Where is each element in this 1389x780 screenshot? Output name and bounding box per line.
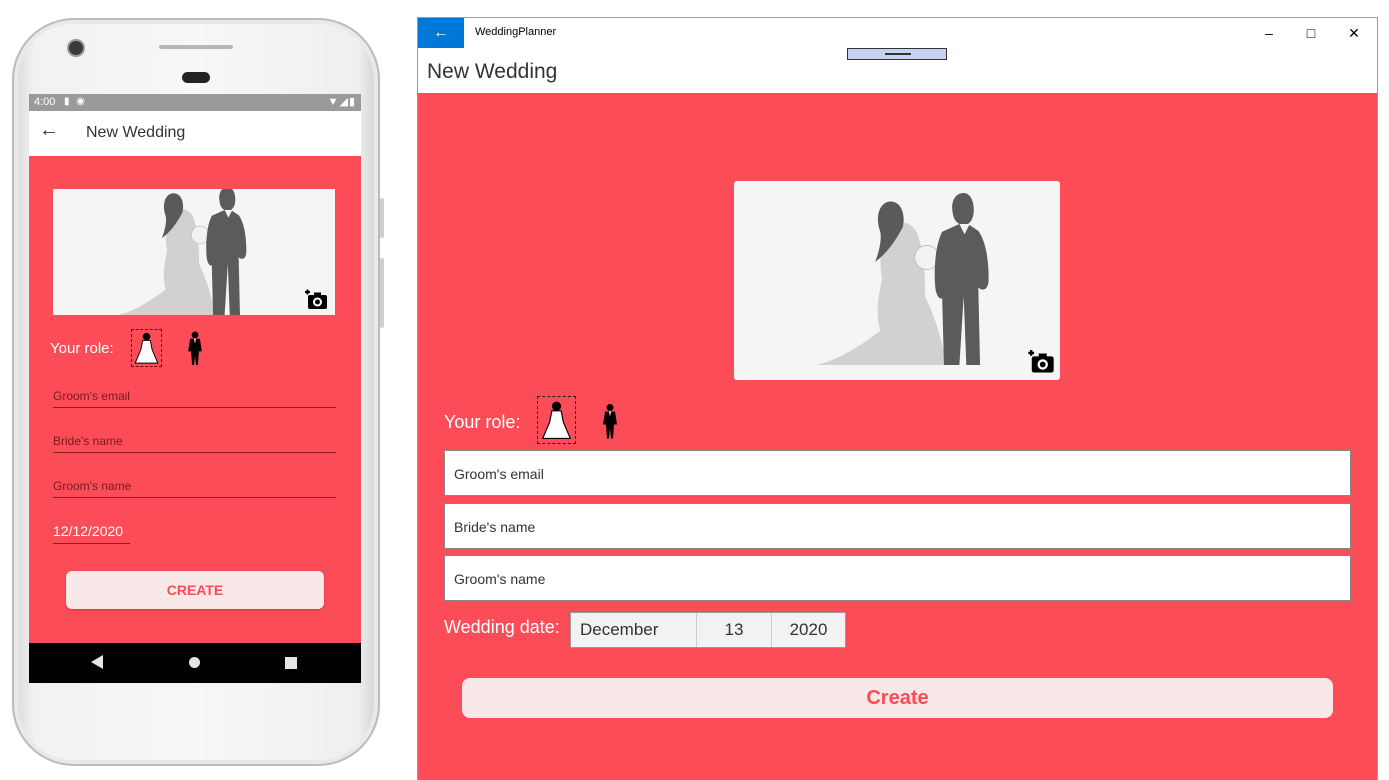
- minimize-button[interactable]: –: [1247, 18, 1291, 48]
- app-title: WeddingPlanner: [475, 26, 557, 38]
- role-label: Your role:: [50, 340, 114, 357]
- arrow-left-icon[interactable]: ←: [418, 18, 464, 48]
- field-placeholder: Groom's name: [454, 571, 546, 587]
- nav-recents-icon[interactable]: [285, 657, 297, 669]
- notification-icons: ▮ ◉: [64, 96, 88, 107]
- form-content: Your role: Groom's email Bride's name Gr…: [418, 93, 1377, 780]
- android-screen: 4:00 ▮ ◉ ▼◢▮ ← New Wedding Your role: Gr…: [29, 94, 361, 683]
- speaker-grille: [159, 45, 233, 49]
- groom-icon: [603, 404, 617, 439]
- drag-handle[interactable]: [847, 48, 947, 60]
- date-year[interactable]: 2020: [772, 613, 845, 647]
- brides-name-field[interactable]: Bride's name: [53, 427, 336, 453]
- bride-icon: [134, 332, 159, 364]
- wedding-photo[interactable]: [734, 181, 1060, 380]
- brides-name-field[interactable]: Bride's name: [444, 503, 1351, 549]
- groom-icon: [188, 331, 202, 366]
- add-photo-icon[interactable]: [303, 288, 329, 310]
- role-bride-option[interactable]: [537, 396, 576, 444]
- role-bride-option[interactable]: [131, 329, 162, 367]
- role-label: Your role:: [444, 412, 521, 432]
- close-button[interactable]: ✕: [1332, 18, 1376, 48]
- couple-illustration: [812, 192, 990, 366]
- signal-battery-icons: ▼◢▮: [327, 96, 356, 108]
- create-button[interactable]: Create: [462, 678, 1333, 718]
- phone-side-button: [380, 198, 384, 238]
- wedding-date-label: Wedding date:: [444, 617, 560, 637]
- wedding-photo[interactable]: [53, 189, 335, 315]
- role-groom-option[interactable]: [602, 401, 618, 441]
- create-button[interactable]: CREATE: [66, 571, 324, 609]
- date-day[interactable]: 13: [697, 613, 772, 647]
- status-bar: 4:00 ▮ ◉ ▼◢▮: [29, 94, 361, 111]
- field-placeholder: Groom's email: [454, 466, 544, 482]
- maximize-button[interactable]: □: [1289, 18, 1333, 48]
- role-groom-option[interactable]: [187, 330, 203, 366]
- grooms-email-field[interactable]: Groom's email: [53, 382, 336, 408]
- nav-back-icon[interactable]: [91, 655, 103, 669]
- add-photo-icon[interactable]: [1026, 348, 1056, 374]
- phone-volume-button: [380, 258, 384, 328]
- grooms-name-field[interactable]: Groom's name: [53, 472, 336, 498]
- title-bar: ← WeddingPlanner – □ ✕: [418, 18, 1377, 48]
- page-title: New Wedding: [427, 60, 558, 83]
- couple-illustration: [115, 189, 247, 315]
- page-title: New Wedding: [86, 124, 186, 141]
- field-placeholder: Bride's name: [53, 434, 123, 448]
- grooms-name-field[interactable]: Groom's name: [444, 555, 1351, 601]
- android-phone-frame: 4:00 ▮ ◉ ▼◢▮ ← New Wedding Your role: Gr…: [12, 18, 384, 766]
- wedding-date-picker[interactable]: December 13 2020: [570, 612, 846, 648]
- field-placeholder: Groom's email: [53, 389, 130, 403]
- app-bar: ← New Wedding: [29, 111, 361, 156]
- status-time: 4:00: [34, 96, 56, 108]
- field-placeholder: Bride's name: [454, 519, 536, 535]
- field-placeholder: Groom's name: [53, 479, 132, 493]
- windows-app-window: ← WeddingPlanner – □ ✕ New Wedding Your …: [418, 18, 1377, 780]
- wedding-date-picker[interactable]: 12/12/2020: [53, 519, 130, 544]
- arrow-left-icon[interactable]: ←: [39, 119, 59, 142]
- nav-home-icon[interactable]: [189, 657, 200, 668]
- bride-icon: [542, 401, 571, 439]
- grip-icon: [885, 53, 911, 55]
- date-value: 12/12/2020: [53, 523, 124, 539]
- android-nav-bar: [29, 643, 361, 683]
- date-month[interactable]: December: [571, 613, 697, 647]
- grooms-email-field[interactable]: Groom's email: [444, 450, 1351, 496]
- earpiece: [182, 72, 210, 83]
- front-camera: [69, 41, 83, 55]
